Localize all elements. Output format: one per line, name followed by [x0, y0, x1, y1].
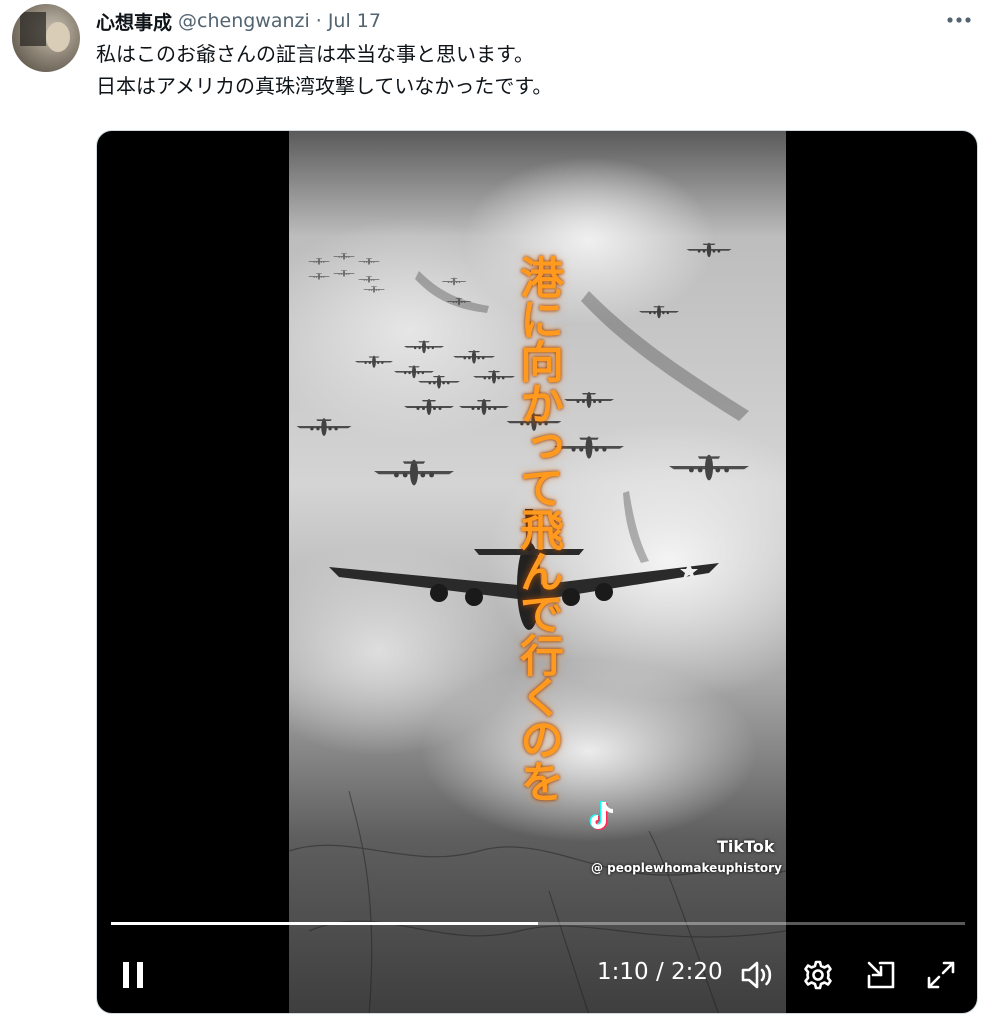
avatar-figure [46, 22, 70, 52]
pop-out-button[interactable] [863, 957, 899, 993]
author-handle[interactable]: @chengwanzi [178, 10, 310, 32]
pop-out-icon [867, 961, 895, 989]
author-avatar[interactable] [12, 4, 80, 72]
fullscreen-button[interactable] [923, 957, 959, 993]
pause-icon [123, 962, 143, 988]
author-display-name[interactable]: 心想事成 [96, 8, 172, 35]
tweet-text: 私はこのお爺さんの証言は本当な事と思います。 日本はアメリカの真珠湾攻撃していな… [96, 38, 956, 102]
header-separator: · [315, 10, 322, 32]
gear-icon [804, 960, 832, 990]
fullscreen-icon [927, 961, 955, 989]
settings-button[interactable] [800, 957, 836, 993]
video-frame[interactable]: 港に向かって飛んで行くのを TikTok @ peoplewhomakeuphi… [289, 131, 786, 1013]
video-current-time: 1:10 [597, 959, 649, 985]
pause-button[interactable] [115, 957, 151, 993]
volume-icon [741, 961, 772, 989]
tiktok-brand-label: TikTok [717, 837, 775, 856]
video-time-display: 1:10 / 2:20 [597, 959, 723, 985]
video-time-separator: / [655, 959, 664, 985]
tweet-header: 心想事成 @chengwanzi · Jul 17 [96, 6, 381, 36]
more-horizontal-icon [947, 17, 971, 23]
video-progress-fill [111, 922, 538, 925]
video-caption-overlay: 港に向かって飛んで行くのを [512, 255, 563, 801]
tweet-text-line: 私はこのお爺さんの証言は本当な事と思います。 [96, 42, 534, 66]
tweet-date[interactable]: Jul 17 [328, 10, 381, 32]
tiktok-logo-icon [589, 801, 613, 830]
tweet-text-line: 日本はアメリカの真珠湾攻撃していなかったです。 [96, 74, 553, 98]
more-options-button[interactable] [943, 6, 975, 34]
video-progress-bar[interactable] [111, 922, 965, 925]
tiktok-username: @ peoplewhomakeuphistory [591, 861, 782, 875]
tiktok-watermark: TikTok @ peoplewhomakeuphistory [589, 799, 786, 879]
video-duration: 2:20 [671, 959, 723, 985]
avatar-background-detail [20, 12, 46, 46]
volume-button[interactable] [738, 957, 776, 993]
video-player[interactable]: 港に向かって飛んで行くのを TikTok @ peoplewhomakeuphi… [96, 130, 978, 1014]
